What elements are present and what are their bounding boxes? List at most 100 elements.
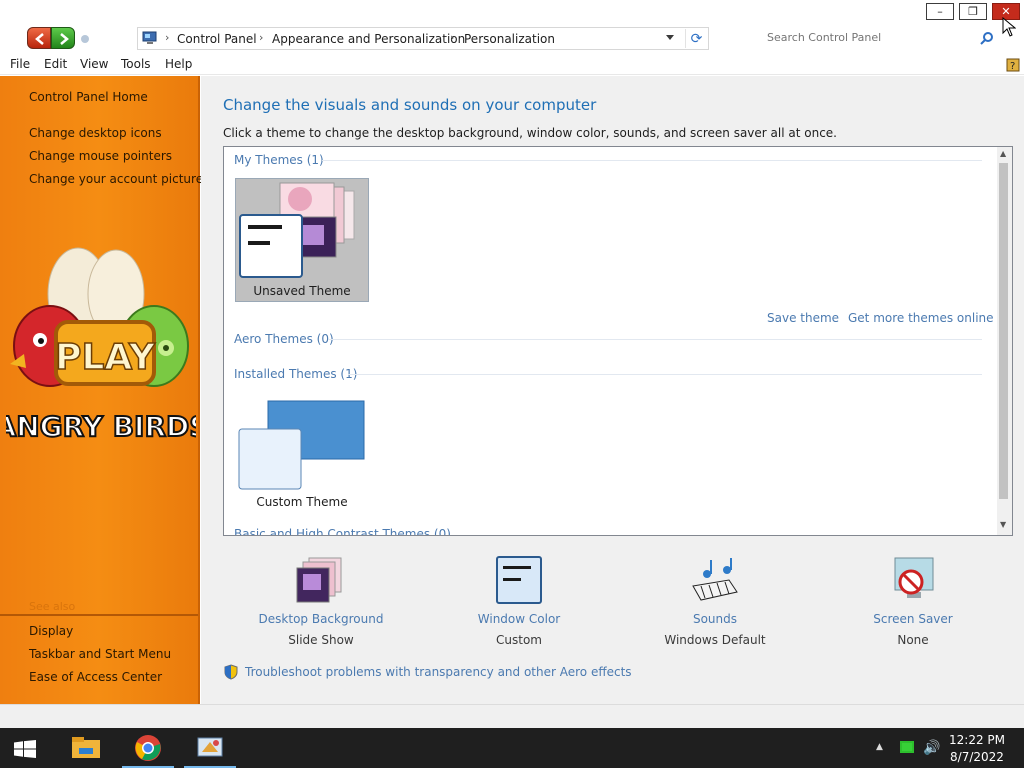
desktop-background-label[interactable]: Desktop Background [251, 612, 391, 626]
shield-icon [224, 664, 238, 680]
refresh-button[interactable]: ⟳ [685, 29, 707, 48]
menu-help[interactable]: Help [165, 57, 192, 71]
refresh-icon: ⟳ [690, 30, 703, 47]
window-color-item[interactable]: Window Color Custom [449, 556, 589, 647]
network-icon[interactable] [900, 741, 914, 753]
sidebar-change-mouse-pointers[interactable]: Change mouse pointers [29, 149, 172, 163]
back-button[interactable] [27, 27, 51, 49]
minimize-button[interactable]: – [926, 3, 954, 20]
group-divider [328, 339, 982, 340]
save-theme-link[interactable]: Save theme [767, 311, 839, 325]
group-installed-themes[interactable]: Installed Themes (1) [234, 367, 357, 381]
sounds-item[interactable]: Sounds Windows Default [645, 556, 785, 647]
artwork-brand-text: ANGRY BIRDS [6, 410, 196, 443]
sounds-label[interactable]: Sounds [645, 612, 785, 626]
menu-tools[interactable]: Tools [121, 57, 151, 71]
taskbar-personalization[interactable] [182, 728, 238, 768]
recent-pages-button[interactable] [81, 35, 89, 43]
scroll-up-icon[interactable]: ▲ [1000, 149, 1006, 158]
status-bar [0, 704, 1024, 728]
navigation-bar: › Control Panel › Appearance and Persona… [0, 22, 1024, 55]
clock-date[interactable]: 8/7/2022 [940, 750, 1014, 764]
sidebar-control-panel-home[interactable]: Control Panel Home [29, 90, 148, 104]
search-icon[interactable] [980, 31, 994, 45]
minimize-icon: – [937, 5, 943, 18]
scroll-thumb[interactable] [999, 163, 1008, 499]
breadcrumb-separator-icon: › [165, 31, 170, 44]
artwork-play-text: PLAY [55, 337, 156, 378]
volume-icon[interactable]: 🔊 [923, 740, 940, 756]
desktop-background-icon [296, 557, 342, 603]
taskbar-file-explorer[interactable] [58, 728, 114, 768]
menu-view[interactable]: View [80, 57, 108, 71]
themes-list[interactable]: My Themes (1) Unsaved Theme Save theme G… [223, 146, 1013, 536]
theme-unsaved-preview [239, 182, 355, 278]
svg-text:?: ? [1010, 61, 1015, 72]
chrome-icon [135, 735, 161, 761]
main-content: Change the visuals and sounds on your co… [201, 76, 1024, 704]
desktop-background-item[interactable]: Desktop Background Slide Show [251, 556, 391, 647]
get-more-themes-link[interactable]: Get more themes online [848, 311, 994, 325]
clock-time[interactable]: 12:22 PM [940, 733, 1014, 747]
breadcrumb-control-panel[interactable]: Control Panel [177, 32, 257, 46]
back-arrow-icon [35, 33, 44, 45]
see-also-heading: See also [29, 600, 76, 613]
file-explorer-icon [72, 737, 100, 758]
page-description: Click a theme to change the desktop back… [223, 126, 837, 140]
mouse-cursor-icon [1002, 17, 1016, 37]
menu-file[interactable]: File [10, 57, 30, 71]
screen-saver-icon [894, 557, 934, 598]
group-my-themes[interactable]: My Themes (1) [234, 153, 324, 167]
theme-unsaved[interactable]: Unsaved Theme [235, 178, 369, 302]
group-divider [348, 374, 982, 375]
theme-unsaved-name: Unsaved Theme [253, 284, 351, 298]
sounds-value: Windows Default [664, 633, 766, 647]
taskbar: ▲ 🔊 12:22 PM 8/7/2022 [0, 728, 1024, 768]
title-bar: – ❐ ✕ [0, 0, 1024, 22]
search-input[interactable] [767, 31, 967, 44]
breadcrumb-separator-icon: › [450, 31, 455, 44]
sidebar-divider [0, 614, 198, 616]
restore-icon: ❐ [968, 5, 978, 18]
group-aero-themes[interactable]: Aero Themes (0) [234, 332, 334, 346]
group-divider [322, 160, 982, 161]
close-icon: ✕ [1001, 5, 1011, 18]
help-icon[interactable]: ? [1006, 58, 1020, 72]
breadcrumb-appearance[interactable]: Appearance and Personalization [272, 32, 465, 46]
window-color-label[interactable]: Window Color [449, 612, 589, 626]
search-box[interactable] [760, 27, 1000, 50]
sidebar-display[interactable]: Display [29, 624, 73, 638]
sidebar-ease-of-access[interactable]: Ease of Access Center [29, 670, 162, 684]
screen-saver-label[interactable]: Screen Saver [843, 612, 983, 626]
control-panel-icon [142, 31, 157, 44]
window-color-value: Custom [496, 633, 542, 647]
breadcrumb-personalization[interactable]: Personalization [464, 32, 555, 46]
theme-installed[interactable]: Custom Theme [235, 397, 369, 517]
breadcrumb-separator-icon: › [259, 31, 264, 44]
screen-saver-value: None [897, 633, 929, 647]
sidebar-change-account-picture[interactable]: Change your account picture [29, 172, 203, 186]
angry-birds-artwork: PLAY ANGRY BIRDS [6, 247, 196, 444]
screen-saver-item[interactable]: Screen Saver None [843, 556, 983, 647]
theme-installed-name: Custom Theme [256, 495, 348, 509]
group-basic-themes[interactable]: Basic and High Contrast Themes (0) [234, 527, 451, 535]
taskbar-chrome[interactable] [120, 728, 176, 768]
sidebar-taskbar-start-menu[interactable]: Taskbar and Start Menu [29, 647, 171, 661]
scroll-down-icon[interactable]: ▼ [1000, 520, 1006, 529]
forward-button[interactable] [51, 27, 75, 49]
restore-button[interactable]: ❐ [959, 3, 987, 20]
window-color-icon [496, 556, 542, 604]
start-button[interactable] [14, 740, 36, 758]
themes-scrollbar[interactable]: ▲ ▼ [997, 147, 1012, 535]
troubleshoot-text[interactable]: Troubleshoot problems with transparency … [245, 665, 632, 679]
sidebar-change-desktop-icons[interactable]: Change desktop icons [29, 126, 162, 140]
sidebar: Control Panel Home Change desktop icons … [0, 76, 203, 704]
theme-installed-preview [238, 400, 365, 490]
address-history-dropdown-icon[interactable] [666, 35, 674, 40]
show-hidden-icons-icon[interactable]: ▲ [876, 742, 883, 752]
menu-edit[interactable]: Edit [44, 57, 67, 71]
menu-bar: File Edit View Tools Help ? [0, 55, 1024, 75]
personalization-icon [197, 737, 223, 757]
forward-arrow-icon [60, 33, 69, 45]
address-bar[interactable]: › Control Panel › Appearance and Persona… [137, 27, 709, 50]
